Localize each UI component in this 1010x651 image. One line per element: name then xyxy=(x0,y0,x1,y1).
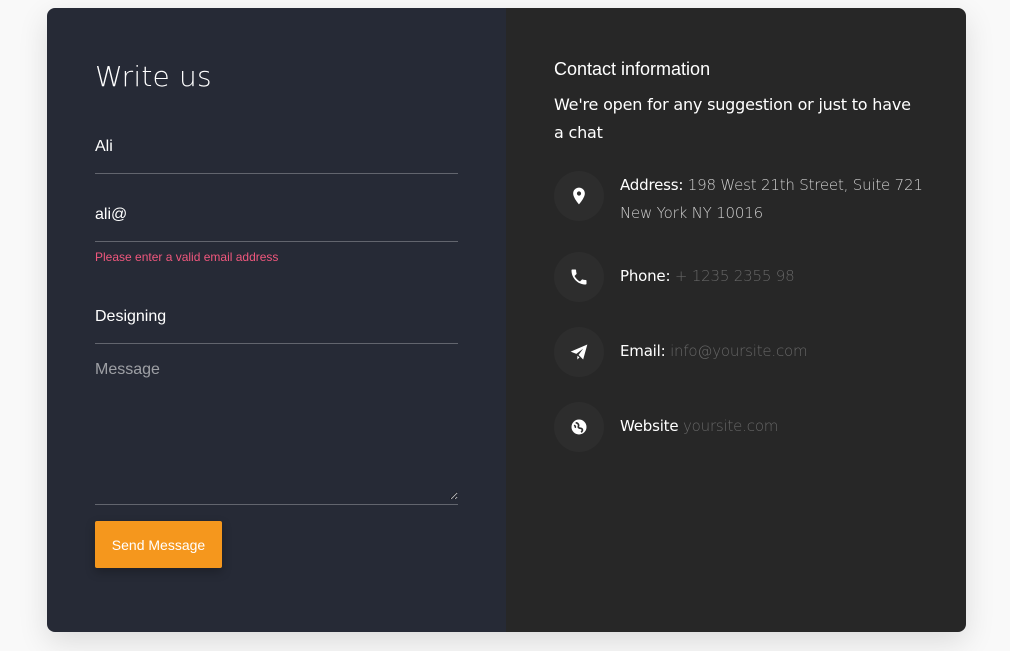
paper-plane-icon xyxy=(554,327,604,377)
contact-form-panel: Write us Please enter a valid email addr… xyxy=(47,8,506,632)
message-field-wrapper xyxy=(95,360,458,505)
contact-info-description: We're open for any suggestion or just to… xyxy=(554,95,911,142)
address-text: Address: 198 West 21th Street, Suite 721… xyxy=(620,171,934,227)
website-label: Website xyxy=(620,417,679,435)
email-input[interactable] xyxy=(95,206,458,224)
message-textarea[interactable] xyxy=(95,360,458,500)
email-text: Email: info@yoursite.com xyxy=(620,327,808,365)
email-label: Email: xyxy=(620,342,666,360)
phone-link[interactable]: + 1235 2355 98 xyxy=(675,267,795,285)
website-link[interactable]: yoursite.com xyxy=(683,417,778,435)
phone-icon xyxy=(554,252,604,302)
form-title: Write us xyxy=(95,60,212,93)
address-label: Address: xyxy=(620,176,684,194)
contact-item-email: Email: info@yoursite.com xyxy=(554,327,934,377)
contact-info-panel: Contact information We're open for any s… xyxy=(506,8,966,632)
phone-text: Phone: + 1235 2355 98 xyxy=(620,252,795,290)
subject-field-wrapper xyxy=(95,306,458,344)
phone-label: Phone: xyxy=(620,267,671,285)
website-text: Website yoursite.com xyxy=(620,402,778,440)
email-field-wrapper xyxy=(95,204,458,242)
contact-item-phone: Phone: + 1235 2355 98 xyxy=(554,252,934,302)
contact-item-website: Website yoursite.com xyxy=(554,402,934,452)
map-marker-icon xyxy=(554,171,604,221)
contact-item-address: Address: 198 West 21th Street, Suite 721… xyxy=(554,171,934,227)
subject-input[interactable] xyxy=(95,308,458,326)
email-link[interactable]: info@yoursite.com xyxy=(670,342,808,360)
email-error-message: Please enter a valid email address xyxy=(95,250,279,264)
globe-icon xyxy=(554,402,604,452)
name-field-wrapper xyxy=(95,136,458,174)
contact-info-title: Contact information xyxy=(554,59,711,79)
name-input[interactable] xyxy=(95,138,458,156)
send-message-button[interactable]: Send Message xyxy=(95,521,222,568)
contact-card: Write us Please enter a valid email addr… xyxy=(47,8,966,632)
